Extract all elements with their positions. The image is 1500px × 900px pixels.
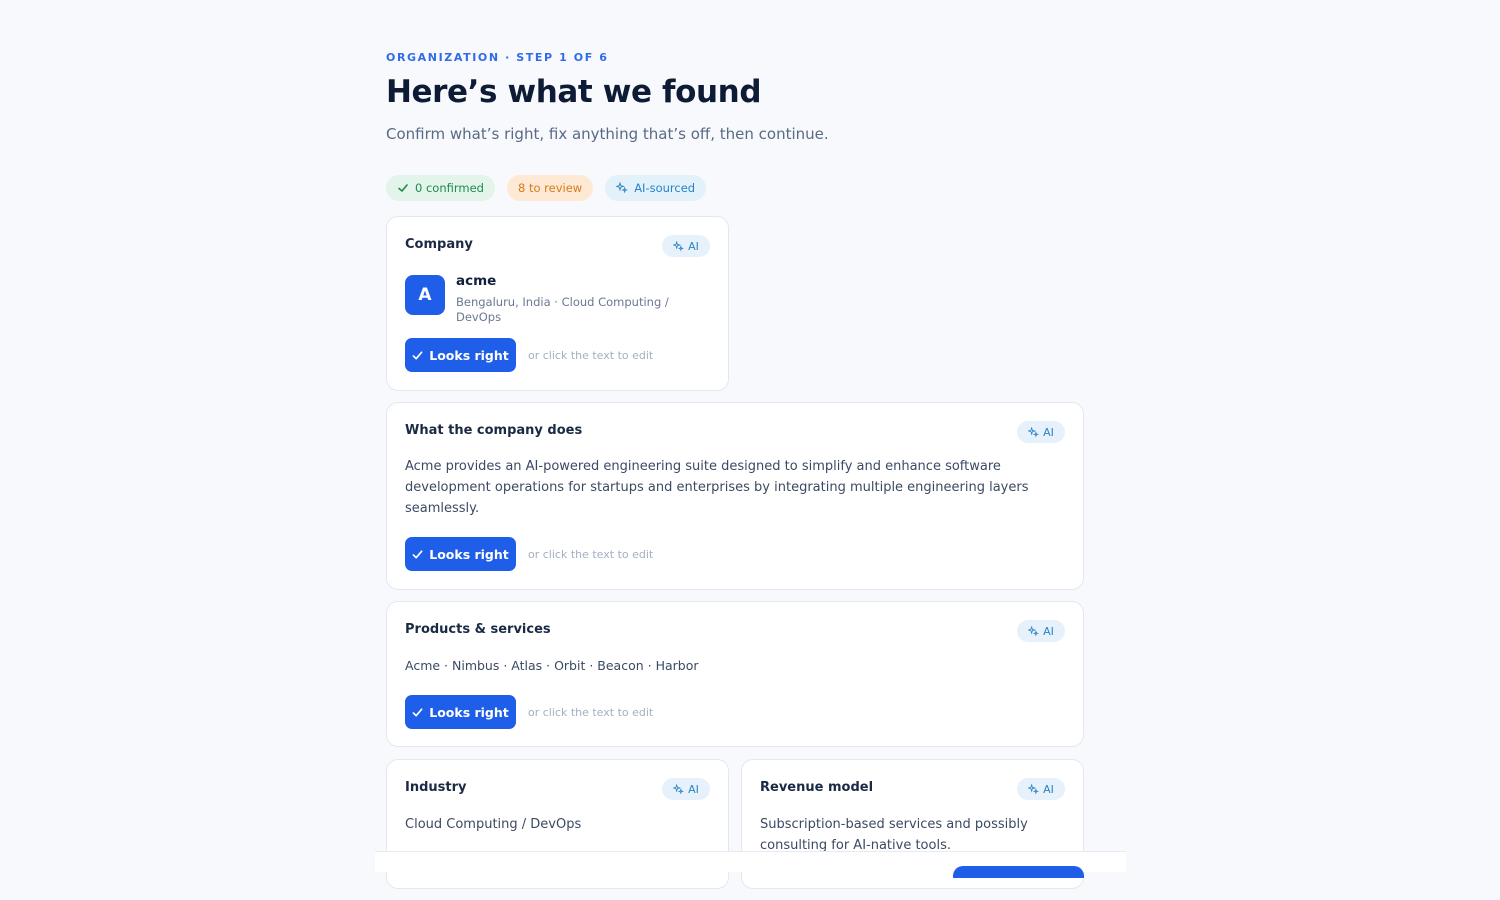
company-card: Company AI A acme Bengaluru, India · Clo… [386,216,729,391]
check-icon [412,707,423,717]
sticky-footer [375,851,1126,878]
ai-badge: AI [662,235,710,257]
company-meta[interactable]: Bengaluru, India · Cloud Computing / Dev… [456,295,696,325]
confirm-row: Looks right or click the text to edit [405,338,653,372]
description-text[interactable]: Acme provides an AI-powered engineering … [405,456,1035,519]
looks-right-button[interactable]: Looks right [405,695,516,729]
check-icon [412,549,423,559]
sparkle-icon [1028,625,1040,636]
review-chip: 8 to review [506,175,594,201]
revenue-text[interactable]: Subscription-based services and possibly… [760,814,1060,856]
ai-badge: AI [662,778,710,800]
card-title: What the company does [405,423,583,438]
products-text[interactable]: Acme · Nimbus · Atlas · Orbit · Beacon ·… [405,655,1035,676]
ai-badge-label: AI [688,239,699,253]
products-card: Products & services AI Acme · Nimbus · A… [386,601,1084,747]
ai-sourced-chip-label: AI-sourced [634,181,696,195]
card-title: Products & services [405,622,551,637]
looks-right-label: Looks right [429,546,509,562]
ai-badge: AI [1017,620,1065,642]
edit-hint: or click the text to edit [528,348,654,362]
page-title: Here’s what we found [386,74,762,110]
sparkle-icon [673,240,685,251]
review-chip-label: 8 to review [517,181,583,195]
card-title: Industry [405,780,467,795]
confirmed-chip-label: 0 confirmed [415,181,484,195]
looks-right-label: Looks right [429,347,509,363]
ai-badge-label: AI [1043,782,1054,796]
sparkle-icon [616,182,629,194]
card-title: Company [405,237,473,252]
check-icon [412,350,423,360]
check-icon [398,184,408,192]
continue-button[interactable] [953,866,1084,878]
looks-right-button[interactable]: Looks right [405,537,516,571]
ai-badge: AI [1017,778,1065,800]
confirmed-chip: 0 confirmed [386,175,495,201]
industry-text[interactable]: Cloud Computing / DevOps [405,814,705,835]
confirm-row: Looks right or click the text to edit [405,695,653,729]
sparkle-icon [1028,783,1040,794]
edit-hint: or click the text to edit [528,705,654,719]
ai-badge-label: AI [688,782,699,796]
description-card: What the company does AI Acme provides a… [386,402,1084,590]
sparkle-icon [1028,426,1040,437]
company-avatar: A [405,275,445,315]
status-chips: 0 confirmed 8 to review AI-sourced [386,175,707,201]
card-title: Revenue model [760,780,874,795]
ai-badge-label: AI [1043,425,1054,439]
looks-right-button[interactable]: Looks right [405,338,516,372]
looks-right-label: Looks right [429,704,509,720]
sparkle-icon [673,783,685,794]
page-subtitle: Confirm what’s right, fix anything that’… [386,125,829,143]
ai-badge-label: AI [1043,624,1054,638]
company-name[interactable]: acme [456,273,496,289]
ai-badge: AI [1017,421,1065,443]
confirm-row: Looks right or click the text to edit [405,537,653,571]
edit-hint: or click the text to edit [528,547,654,561]
step-eyebrow: ORGANIZATION · STEP 1 OF 6 [386,51,609,64]
ai-sourced-chip: AI-sourced [605,175,707,201]
